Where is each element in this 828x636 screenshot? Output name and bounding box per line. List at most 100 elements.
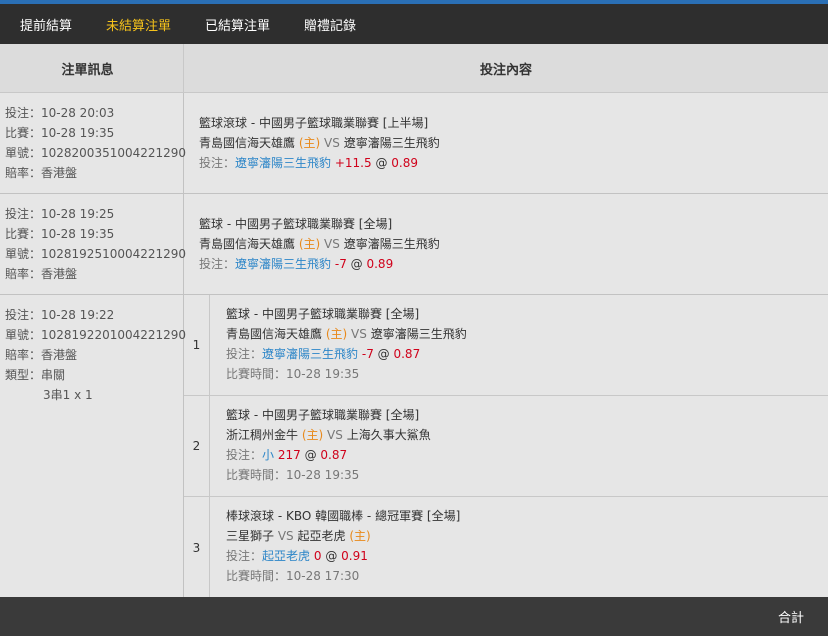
match-time: 比賽：10-28 19:35 xyxy=(5,227,115,241)
vs-label: VS xyxy=(351,327,367,341)
pick-handicap: 0 xyxy=(313,549,322,563)
odds-type: 賠率：香港盤 xyxy=(5,267,78,281)
away-team: 遼寧瀋陽三生飛豹 xyxy=(343,237,440,251)
parlay-leg: 1 籃球 - 中國男子籃球職業聯賽 [全場] 青島國信海天雄鷹 (主) VS 遼… xyxy=(184,295,828,396)
pick-selection: 遼寧瀋陽三生飛豹 xyxy=(262,347,359,361)
pick-line: 投注：遼寧瀋陽三生飛豹 -7 @ 0.87 xyxy=(226,344,467,364)
pick-handicap: -7 xyxy=(361,347,374,361)
at-sign: @ xyxy=(304,448,317,462)
parlay-leg: 3 棒球滾球 - KBO 韓國職棒 - 總冠軍賽 [全場] 三星獅子 VS 起亞… xyxy=(184,497,828,598)
parlay-legs: 1 籃球 - 中國男子籃球職業聯賽 [全場] 青島國信海天雄鷹 (主) VS 遼… xyxy=(184,295,828,598)
at-sign: @ xyxy=(325,549,338,563)
parlay-leg: 2 籃球 - 中國男子籃球職業聯賽 [全場] 浙江稠州金牛 (主) VS 上海久… xyxy=(184,396,828,497)
matchup: 浙江稠州金牛 (主) VS 上海久事大鯊魚 xyxy=(226,425,431,445)
table-row: 投注：10-28 19:25 比賽：10-28 19:35 單號：1028192… xyxy=(0,194,828,295)
team-2: 上海久事大鯊魚 xyxy=(346,428,431,442)
matchup: 青島國信海天雄鷹 (主) VS 遼寧瀋陽三生飛豹 xyxy=(226,324,467,344)
header-bet-info: 注單訊息 xyxy=(0,44,184,92)
pick-label: 投注： xyxy=(226,347,263,361)
pick-line: 投注：遼寧瀋陽三生飛豹 +11.5 @ 0.89 xyxy=(199,153,828,173)
bet-time: 投注：10-28 20:03 xyxy=(5,106,115,120)
tab-early-settlement[interactable]: 提前結算 xyxy=(20,15,72,34)
bet-number: 單號：1028192510004221290 xyxy=(5,247,187,261)
matchup: 三星獅子 VS 起亞老虎 (主) xyxy=(226,526,460,546)
match-time: 比賽：10-28 19:35 xyxy=(5,126,115,140)
team-1-tag: (主) xyxy=(301,428,324,442)
home-tag: (主) xyxy=(298,136,321,150)
league-name: 籃球 - 中國男子籃球職業聯賽 [全場] xyxy=(199,217,393,231)
pick-odds: 0.89 xyxy=(366,257,394,271)
bet-info: 投注：10-28 20:03 比賽：10-28 19:35 單號：1028200… xyxy=(0,93,187,193)
team-2-tag: (主) xyxy=(349,529,371,543)
pick-odds: 0.87 xyxy=(393,347,421,361)
pick-line: 投注：起亞老虎 0 @ 0.91 xyxy=(226,546,460,566)
total-label: 合計 xyxy=(777,611,804,626)
footer-bar: 合計 xyxy=(0,597,828,636)
tab-bar: 提前結算 未結算注單 已結算注單 贈禮記錄 xyxy=(0,4,828,44)
bet-content: 籃球滾球 - 中國男子籃球職業聯賽 [上半場] 青島國信海天雄鷹 (主) VS … xyxy=(184,93,828,193)
table-row-parlay: 投注：10-28 19:22 單號：1028192201004221290 賠率… xyxy=(0,295,828,598)
pick-odds: 0.89 xyxy=(391,156,419,170)
pick-selection: 遼寧瀋陽三生飛豹 xyxy=(235,257,332,271)
team-2: 遼寧瀋陽三生飛豹 xyxy=(370,327,467,341)
pick-label: 投注： xyxy=(226,448,263,462)
team-2: 起亞老虎 xyxy=(297,529,346,543)
league-name: 籃球 - 中國男子籃球職業聯賽 [全場] xyxy=(226,408,420,422)
leg-content: 籃球 - 中國男子籃球職業聯賽 [全場] 浙江稠州金牛 (主) VS 上海久事大… xyxy=(210,396,431,496)
bet-number: 單號：1028192201004221290 xyxy=(5,328,187,342)
leg-match-time: 比賽時間：10-28 19:35 xyxy=(226,468,360,482)
pick-label: 投注： xyxy=(226,549,263,563)
pick-handicap: +11.5 xyxy=(334,156,372,170)
pick-odds: 0.91 xyxy=(341,549,368,563)
tab-unsettled-bets[interactable]: 未結算注單 xyxy=(106,15,171,34)
table-header: 注單訊息 投注內容 xyxy=(0,44,828,93)
at-sign: @ xyxy=(377,347,390,361)
away-team: 遼寧瀋陽三生飛豹 xyxy=(343,136,440,150)
leg-match-time: 比賽時間：10-28 17:30 xyxy=(226,569,360,583)
table-row: 投注：10-28 20:03 比賽：10-28 19:35 單號：1028200… xyxy=(0,93,828,194)
bet-info: 投注：10-28 19:25 比賽：10-28 19:35 單號：1028192… xyxy=(0,194,187,294)
parlay-info: 投注：10-28 19:22 單號：1028192201004221290 賠率… xyxy=(0,295,187,597)
matchup: 青島國信海天雄鷹 (主) VS 遼寧瀋陽三生飛豹 xyxy=(199,133,828,153)
odds-type: 賠率：香港盤 xyxy=(5,166,78,180)
leg-match-time: 比賽時間：10-28 19:35 xyxy=(226,367,360,381)
leg-number: 3 xyxy=(184,497,210,598)
tab-settled-bets[interactable]: 已結算注單 xyxy=(205,15,270,34)
team-1-tag: (主) xyxy=(325,327,348,341)
bet-time: 投注：10-28 19:22 xyxy=(5,308,115,322)
bet-number: 單號：1028200351004221290 xyxy=(5,146,187,160)
home-tag: (主) xyxy=(298,237,321,251)
vs-label: VS xyxy=(327,428,343,442)
pick-label: 投注： xyxy=(199,156,236,170)
pick-odds: 0.87 xyxy=(320,448,348,462)
vs-label: VS xyxy=(324,136,340,150)
team-1: 青島國信海天雄鷹 xyxy=(226,327,323,341)
bet-type: 類型：串關 xyxy=(5,368,66,382)
leg-number: 1 xyxy=(184,295,210,395)
league-name: 棒球滾球 - KBO 韓國職棒 - 總冠軍賽 [全場] xyxy=(226,509,461,523)
at-sign: @ xyxy=(375,156,388,170)
leg-content: 棒球滾球 - KBO 韓國職棒 - 總冠軍賽 [全場] 三星獅子 VS 起亞老虎… xyxy=(210,497,460,598)
home-team: 青島國信海天雄鷹 xyxy=(199,136,296,150)
team-1: 三星獅子 xyxy=(226,529,275,543)
team-1: 浙江稠州金牛 xyxy=(226,428,299,442)
pick-line: 投注：遼寧瀋陽三生飛豹 -7 @ 0.89 xyxy=(199,254,828,274)
pick-line: 投注：小 217 @ 0.87 xyxy=(226,445,431,465)
league-name: 籃球 - 中國男子籃球職業聯賽 [全場] xyxy=(226,307,420,321)
header-bet-content: 投注內容 xyxy=(479,62,532,78)
pick-selection: 小 xyxy=(262,448,275,462)
bet-content: 籃球 - 中國男子籃球職業聯賽 [全場] 青島國信海天雄鷹 (主) VS 遼寧瀋… xyxy=(184,194,828,294)
matchup: 青島國信海天雄鷹 (主) VS 遼寧瀋陽三生飛豹 xyxy=(199,234,828,254)
vs-label: VS xyxy=(277,529,294,543)
home-team: 青島國信海天雄鷹 xyxy=(199,237,296,251)
vs-label: VS xyxy=(324,237,340,251)
league-name: 籃球滾球 - 中國男子籃球職業聯賽 [上半場] xyxy=(199,116,429,130)
pick-handicap: 217 xyxy=(277,448,301,462)
odds-type: 賠率：香港盤 xyxy=(5,348,78,362)
tab-gift-records[interactable]: 贈禮記錄 xyxy=(304,15,356,34)
pick-selection: 遼寧瀋陽三生飛豹 xyxy=(235,156,332,170)
pick-selection: 起亞老虎 xyxy=(262,549,311,563)
parlay-type-detail: 3串1 x 1 xyxy=(43,388,93,402)
at-sign: @ xyxy=(350,257,363,271)
leg-content: 籃球 - 中國男子籃球職業聯賽 [全場] 青島國信海天雄鷹 (主) VS 遼寧瀋… xyxy=(210,295,467,395)
